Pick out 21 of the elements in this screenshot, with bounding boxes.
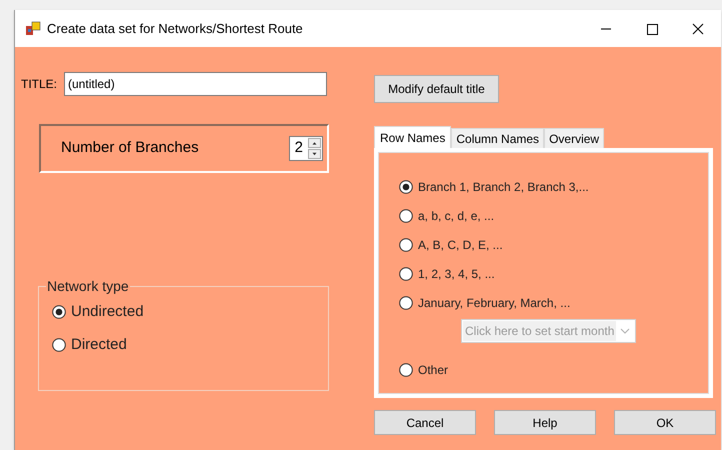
- option-label[interactable]: Other: [418, 361, 448, 379]
- option-label[interactable]: 1, 2, 3, 4, 5, ...: [418, 265, 495, 283]
- dialog-button[interactable]: Cancel: [374, 410, 476, 435]
- option-label[interactable]: January, February, March, ...: [418, 294, 570, 312]
- branches-label: Number of Branches: [61, 138, 199, 158]
- tab[interactable]: Row Names: [374, 126, 452, 148]
- window-title: Create data set for Networks/Shortest Route: [47, 20, 303, 38]
- dialog-button[interactable]: Help: [494, 410, 596, 435]
- option-label[interactable]: A, B, C, D, E, ...: [418, 236, 503, 254]
- option-label[interactable]: Undirected: [71, 301, 144, 324]
- tab[interactable]: Overview: [544, 128, 604, 148]
- title-label: TITLE:: [21, 76, 58, 93]
- dialog-button[interactable]: OK: [614, 410, 716, 435]
- branches-spinner[interactable]: 2: [288, 136, 323, 161]
- option-label[interactable]: Branch 1, Branch 2, Branch 3,...: [418, 178, 589, 196]
- title-input[interactable]: (untitled): [64, 72, 328, 96]
- option-label[interactable]: a, b, c, d, e, ...: [418, 207, 494, 225]
- modify-title-button[interactable]: Modify default title: [374, 75, 499, 103]
- option-label[interactable]: Directed: [71, 334, 127, 356]
- group-label: Network type: [46, 277, 130, 296]
- tab[interactable]: Column Names: [451, 128, 544, 148]
